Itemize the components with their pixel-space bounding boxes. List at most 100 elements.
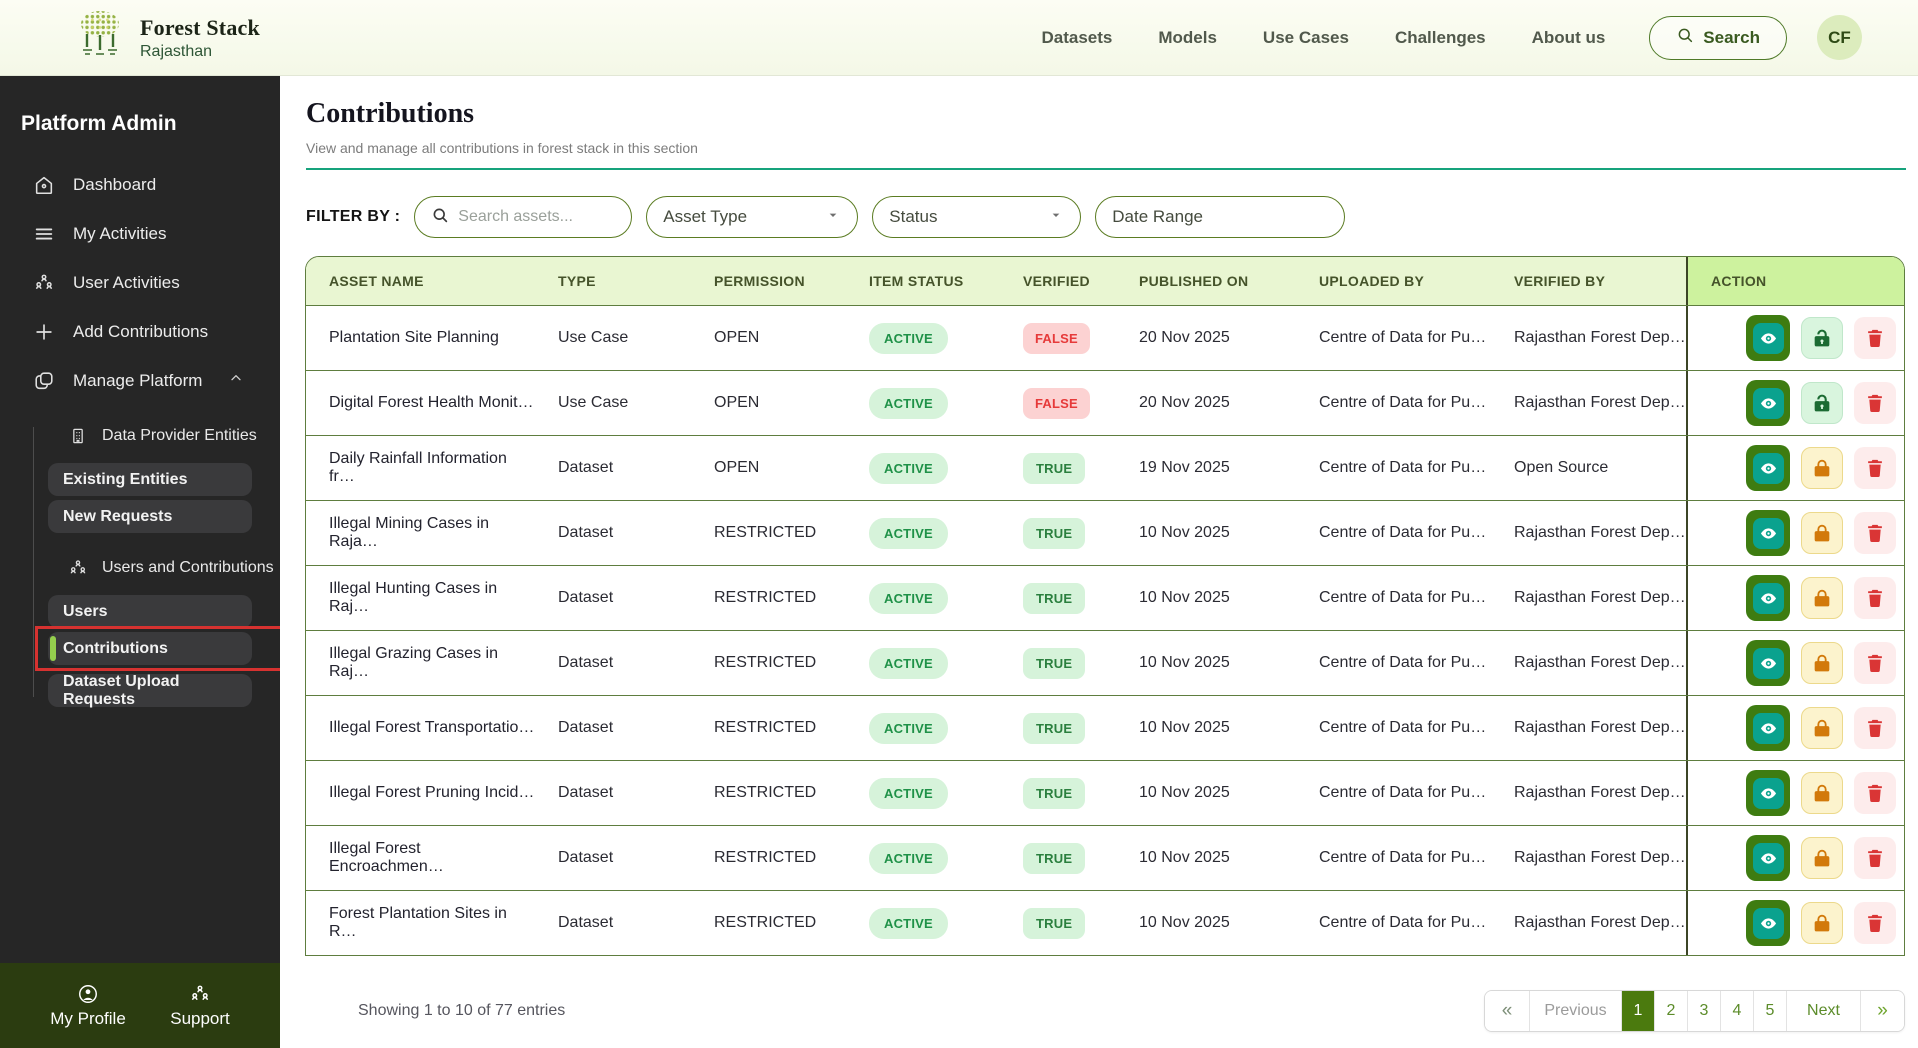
cell-asset-name: Illegal Forest Pruning Incid… bbox=[306, 761, 535, 825]
search-button[interactable]: Search bbox=[1649, 16, 1787, 60]
lock-button[interactable] bbox=[1801, 837, 1843, 879]
cell-uploaded-by: Centre of Data for Pu… bbox=[1296, 501, 1491, 565]
sidebar-item-label: Users bbox=[63, 603, 107, 621]
lock-button[interactable] bbox=[1801, 642, 1843, 684]
cell-item-status: ACTIVE bbox=[846, 761, 1000, 825]
sidebar-item-my-activities[interactable]: My Activities bbox=[0, 209, 280, 258]
sidebar-item-label: Manage Platform bbox=[73, 371, 202, 391]
previous-page-button[interactable]: Previous bbox=[1529, 991, 1621, 1031]
delete-button[interactable] bbox=[1854, 642, 1896, 684]
nav-item-about-us[interactable]: About us bbox=[1532, 28, 1606, 48]
delete-button[interactable] bbox=[1854, 447, 1896, 489]
first-page-button[interactable]: « bbox=[1485, 991, 1529, 1031]
cell-item-status: ACTIVE bbox=[846, 436, 1000, 500]
sidebar-group-data-provider-entities[interactable]: Data Provider Entities bbox=[48, 421, 280, 451]
view-button[interactable] bbox=[1746, 770, 1790, 816]
delete-button[interactable] bbox=[1854, 317, 1896, 359]
page-button-1[interactable]: 1 bbox=[1621, 991, 1654, 1031]
cell-permission: RESTRICTED bbox=[691, 891, 846, 955]
page-button-2[interactable]: 2 bbox=[1654, 991, 1687, 1031]
cell-action bbox=[1686, 501, 1905, 565]
cell-uploaded-by: Centre of Data for Pu… bbox=[1296, 631, 1491, 695]
cell-verified: TRUE bbox=[1000, 436, 1116, 500]
asset-search-field[interactable] bbox=[414, 196, 632, 238]
view-button[interactable] bbox=[1746, 315, 1790, 361]
sidebar-group-users-and-contributions[interactable]: Users and Contributions bbox=[48, 553, 280, 583]
delete-button[interactable] bbox=[1854, 707, 1896, 749]
next-page-button[interactable]: Next bbox=[1786, 991, 1860, 1031]
view-button[interactable] bbox=[1746, 445, 1790, 491]
delete-button[interactable] bbox=[1854, 772, 1896, 814]
sidebar-item-dashboard[interactable]: Dashboard bbox=[0, 160, 280, 209]
column-header-item-status: ITEM STATUS bbox=[846, 257, 1000, 305]
cell-type: Dataset bbox=[535, 631, 691, 695]
sidebar-item-user-activities[interactable]: User Activities bbox=[0, 258, 280, 307]
sidebar-item-users[interactable]: Users bbox=[48, 595, 252, 628]
cell-action bbox=[1686, 306, 1905, 370]
brand[interactable]: Forest Stack Rajasthan bbox=[74, 9, 260, 66]
user-avatar[interactable]: CF bbox=[1817, 15, 1862, 60]
section-divider bbox=[306, 168, 1906, 170]
eye-icon bbox=[1753, 453, 1784, 484]
view-button[interactable] bbox=[1746, 705, 1790, 751]
view-button[interactable] bbox=[1746, 835, 1790, 881]
cell-type: Dataset bbox=[535, 436, 691, 500]
support-button[interactable]: Support bbox=[170, 982, 230, 1029]
eye-icon bbox=[1753, 323, 1784, 354]
delete-button[interactable] bbox=[1854, 382, 1896, 424]
sidebar-item-contributions[interactable]: Contributions bbox=[48, 632, 252, 665]
lock-button[interactable] bbox=[1801, 512, 1843, 554]
sidebar-item-add-contributions[interactable]: Add Contributions bbox=[0, 307, 280, 356]
nav-item-datasets[interactable]: Datasets bbox=[1041, 28, 1112, 48]
lock-button[interactable] bbox=[1801, 447, 1843, 489]
sidebar-item-dataset-upload-requests[interactable]: Dataset Upload Requests bbox=[48, 674, 252, 707]
sidebar-item-label: Existing Entities bbox=[63, 471, 187, 489]
view-button[interactable] bbox=[1746, 380, 1790, 426]
page-button-5[interactable]: 5 bbox=[1753, 991, 1786, 1031]
status-dropdown[interactable]: Status bbox=[872, 196, 1081, 238]
date-range-field[interactable]: Date Range bbox=[1095, 196, 1345, 238]
page-subtitle: View and manage all contributions in for… bbox=[306, 140, 1918, 156]
view-button[interactable] bbox=[1746, 900, 1790, 946]
eye-icon bbox=[1753, 843, 1784, 874]
column-header-asset-name: ASSET NAME bbox=[306, 257, 535, 305]
sidebar-item-manage-platform[interactable]: Manage Platform bbox=[0, 356, 280, 405]
page-button-3[interactable]: 3 bbox=[1687, 991, 1720, 1031]
sidebar-item-existing-entities[interactable]: Existing Entities bbox=[48, 463, 252, 496]
view-button[interactable] bbox=[1746, 640, 1790, 686]
cell-verified-by: Rajasthan Forest Dep… bbox=[1491, 566, 1686, 630]
delete-button[interactable] bbox=[1854, 512, 1896, 554]
view-button[interactable] bbox=[1746, 575, 1790, 621]
nav-links: Datasets Models Use Cases Challenges About u… bbox=[995, 28, 1605, 48]
lock-button[interactable] bbox=[1801, 577, 1843, 619]
last-page-button[interactable]: » bbox=[1860, 991, 1904, 1031]
nav-item-use-cases[interactable]: Use Cases bbox=[1263, 28, 1349, 48]
table-row: Illegal Grazing Cases in Raj…DatasetREST… bbox=[306, 630, 1904, 695]
cell-published-on: 10 Nov 2025 bbox=[1116, 566, 1296, 630]
delete-button[interactable] bbox=[1854, 837, 1896, 879]
delete-button[interactable] bbox=[1854, 902, 1896, 944]
cell-permission: RESTRICTED bbox=[691, 501, 846, 565]
submenu-guide-line bbox=[33, 427, 34, 697]
search-assets-input[interactable] bbox=[458, 208, 608, 226]
nav-item-models[interactable]: Models bbox=[1158, 28, 1217, 48]
view-button[interactable] bbox=[1746, 510, 1790, 556]
unlock-button[interactable] bbox=[1801, 382, 1843, 424]
cell-verified: TRUE bbox=[1000, 696, 1116, 760]
unlock-button[interactable] bbox=[1801, 317, 1843, 359]
lock-button[interactable] bbox=[1801, 707, 1843, 749]
sidebar-item-new-requests[interactable]: New Requests bbox=[48, 500, 252, 533]
cell-uploaded-by: Centre of Data for Pu… bbox=[1296, 566, 1491, 630]
date-range-label: Date Range bbox=[1112, 207, 1203, 227]
verified-badge: TRUE bbox=[1023, 843, 1085, 874]
page-button-4[interactable]: 4 bbox=[1720, 991, 1753, 1031]
sidebar-title: Platform Admin bbox=[0, 76, 280, 136]
lock-button[interactable] bbox=[1801, 902, 1843, 944]
lock-button[interactable] bbox=[1801, 772, 1843, 814]
my-profile-button[interactable]: My Profile bbox=[50, 982, 126, 1029]
main-content: Contributions View and manage all contri… bbox=[280, 76, 1918, 1048]
asset-type-dropdown[interactable]: Asset Type bbox=[646, 196, 858, 238]
cell-verified-by: Rajasthan Forest Dep… bbox=[1491, 761, 1686, 825]
nav-item-challenges[interactable]: Challenges bbox=[1395, 28, 1486, 48]
delete-button[interactable] bbox=[1854, 577, 1896, 619]
